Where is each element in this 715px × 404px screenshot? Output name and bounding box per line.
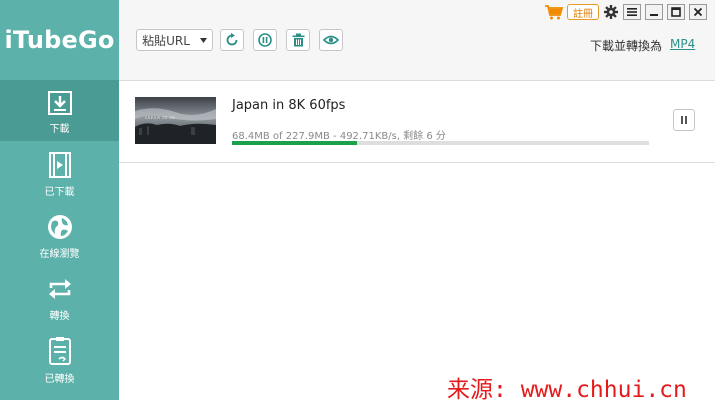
download-item[interactable]: JAPAN IN 8K Japan in 8K 60fps 68.4MB of … <box>119 81 715 163</box>
delete-button[interactable] <box>286 29 310 51</box>
paste-url-button[interactable]: 粘貼URL <box>136 29 196 51</box>
settings-button[interactable] <box>603 4 619 20</box>
sidebar-item-convert[interactable]: 轉換 <box>0 266 119 327</box>
caret-down-icon <box>200 37 207 43</box>
maximize-button[interactable] <box>667 4 685 20</box>
refresh-icon <box>226 33 238 46</box>
toolbar: 粘貼URL 下載並轉換為 MP4 註冊 <box>119 0 715 81</box>
download-stats: 68.4MB of 227.9MB - 492.71KB/s, 剩餘 6 分 <box>232 131 446 142</box>
sidebar-item-label: 轉換 <box>49 311 70 322</box>
pause-all-button[interactable] <box>253 29 277 51</box>
sidebar-item-browse-online[interactable]: 在線瀏覽 <box>0 204 119 265</box>
shopping-cart-icon <box>545 4 563 19</box>
menu-button[interactable] <box>623 4 641 20</box>
video-file-icon <box>48 152 71 178</box>
trash-icon <box>292 33 304 47</box>
converted-file-icon <box>48 337 71 365</box>
close-button[interactable] <box>689 4 707 20</box>
download-progress-fill <box>232 141 358 145</box>
sidebar-item-label: 下載 <box>49 124 70 135</box>
sidebar: iTubeGo 下載 已下載 在線瀏覽 轉換 已轉換 <box>0 0 119 400</box>
minimize-icon <box>650 14 658 16</box>
source-watermark: 来源: www.chhui.cn <box>447 377 687 403</box>
window-controls: 註冊 <box>545 4 707 20</box>
sidebar-item-label: 已轉換 <box>44 374 75 385</box>
pause-circle-icon <box>258 33 272 47</box>
download-icon <box>47 91 72 115</box>
convert-icon <box>48 279 71 299</box>
paste-url-dropdown-button[interactable] <box>195 29 213 51</box>
cart-button[interactable] <box>545 4 563 20</box>
maximize-icon <box>671 7 681 17</box>
download-title: Japan in 8K 60fps <box>232 98 346 113</box>
gear-icon <box>604 5 618 19</box>
globe-icon <box>47 215 72 239</box>
app-logo: iTubeGo <box>4 26 115 54</box>
download-convert-label: 下載並轉換為 <box>590 39 663 53</box>
convert-format-link[interactable]: MP4 <box>670 37 695 51</box>
preview-button[interactable] <box>319 29 343 51</box>
pause-icon <box>681 116 687 124</box>
download-progress-bar <box>232 141 649 145</box>
hamburger-menu-icon <box>627 8 637 16</box>
sidebar-item-download[interactable]: 下載 <box>0 80 119 141</box>
sidebar-item-label: 已下載 <box>44 187 75 198</box>
resume-all-button[interactable] <box>220 29 244 51</box>
register-button[interactable]: 註冊 <box>567 4 599 20</box>
close-icon <box>693 7 703 17</box>
video-thumbnail: JAPAN IN 8K <box>135 97 216 144</box>
thumbnail-text: JAPAN IN 8K <box>145 115 176 120</box>
pause-download-button[interactable] <box>673 109 695 131</box>
sidebar-item-downloaded[interactable]: 已下載 <box>0 142 119 203</box>
minimize-button[interactable] <box>645 4 663 20</box>
eye-icon <box>323 35 339 45</box>
sidebar-item-label: 在線瀏覽 <box>39 249 80 260</box>
sidebar-item-converted[interactable]: 已轉換 <box>0 328 119 389</box>
